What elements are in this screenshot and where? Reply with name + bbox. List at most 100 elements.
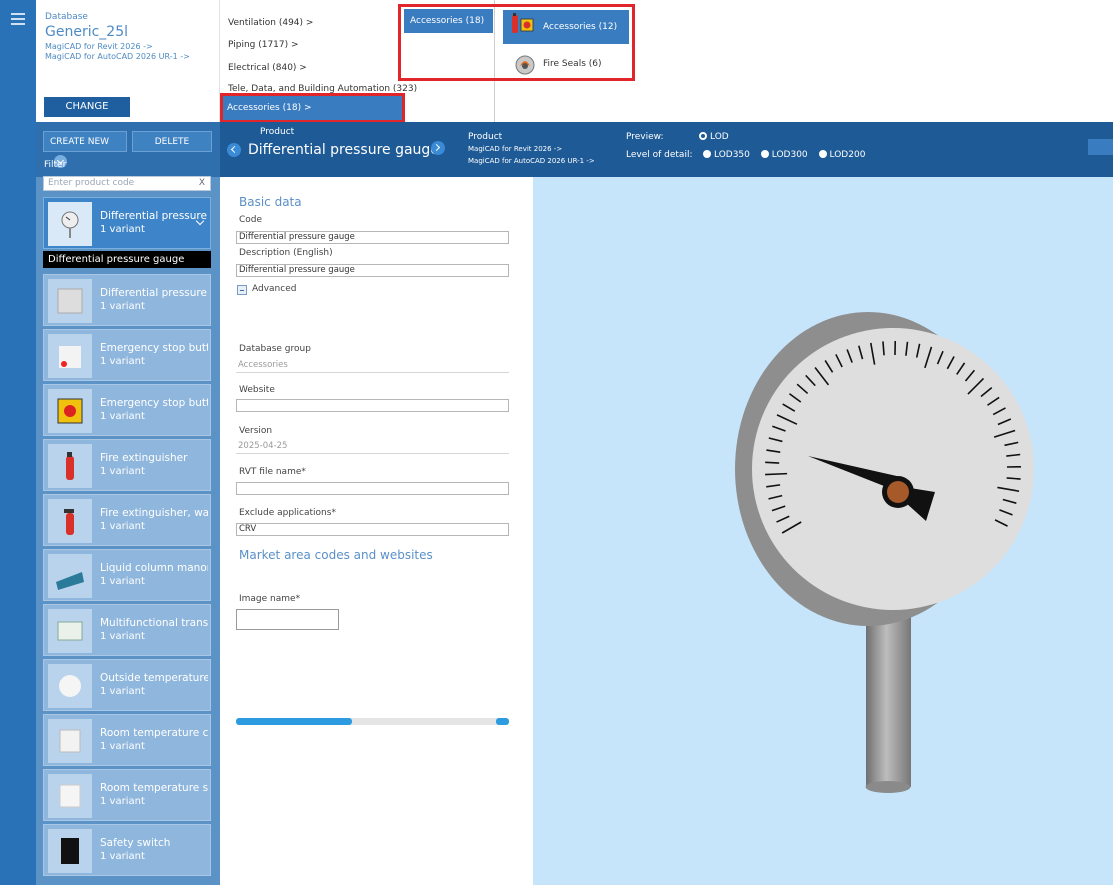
lod-option-350[interactable]: LOD350 — [703, 150, 750, 160]
product-variant-count: 1 variant — [100, 686, 145, 697]
product-name: Room temperature se — [100, 782, 208, 794]
product-name: Outside temperature — [100, 672, 208, 684]
product-name: Safety switch — [100, 837, 208, 849]
lod-option-200[interactable]: LOD200 — [819, 150, 866, 160]
product-title: Differential pressure gauge — [248, 142, 439, 158]
product-variant-count: 1 variant — [100, 521, 145, 532]
version-label: Version — [239, 426, 272, 436]
version-field: 2025-04-25 — [236, 441, 509, 454]
product-list-item[interactable]: Liquid column manon1 variant — [43, 549, 211, 601]
preview-lod-option[interactable]: LOD — [699, 132, 729, 142]
database-app-link-autocad[interactable]: MagiCAD for AutoCAD 2026 UR-1 -> — [45, 52, 190, 61]
lod-option-300[interactable]: LOD300 — [761, 150, 808, 160]
advanced-label[interactable]: Advanced — [252, 284, 296, 294]
product-list-item[interactable]: Multifunctional transr1 variant — [43, 604, 211, 656]
category-ventilation[interactable]: Ventilation (494) > — [228, 18, 313, 28]
lod-350-label: LOD350 — [714, 150, 750, 160]
scrollbar-thumb[interactable] — [236, 718, 352, 725]
gauge-tick — [883, 341, 884, 355]
highlight-box-category — [220, 93, 405, 123]
next-product-icon[interactable] — [431, 141, 445, 155]
product-app-link-revit[interactable]: MagiCAD for Revit 2026 -> — [468, 145, 562, 153]
website-label: Website — [239, 385, 275, 395]
code-field[interactable]: Differential pressure gauge — [236, 231, 509, 244]
delete-button[interactable]: DELETE — [132, 131, 212, 152]
exclude-applications-field[interactable]: CRV — [236, 523, 509, 536]
product-label-2: Product — [468, 132, 502, 142]
description-field[interactable]: Differential pressure gauge — [236, 264, 509, 277]
product-name: Fire extinguisher, wall — [100, 507, 208, 519]
product-variant-count: 1 variant — [100, 224, 145, 235]
product-thumbnail — [48, 279, 92, 323]
product-name: Fire extinguisher — [100, 452, 208, 464]
category-navigator: Ventilation (494) > Piping (1717) > Elec… — [220, 0, 1113, 122]
app-rail — [0, 0, 36, 885]
product-list-item[interactable]: Differential pressure1 variant — [43, 197, 211, 249]
description-label: Description (English) — [239, 248, 333, 258]
product-variant-count: 1 variant — [100, 466, 145, 477]
create-new-button[interactable]: CREATE NEW — [43, 131, 127, 152]
product-thumbnail — [48, 719, 92, 763]
product-variant-count: 1 variant — [100, 356, 145, 367]
image-name-label: Image name* — [239, 594, 300, 604]
gauge-tick — [765, 474, 787, 475]
database-group-field: Accessories — [236, 360, 509, 373]
exclude-applications-label: Exclude applications* — [239, 508, 336, 518]
product-thumbnail — [48, 444, 92, 488]
product-name: Room temperature cc — [100, 727, 208, 739]
product-list-item[interactable]: Differential pressure t 1 variant — [43, 274, 211, 326]
category-piping[interactable]: Piping (1717) > — [228, 40, 299, 50]
clear-filter-icon[interactable]: X — [199, 178, 205, 188]
product-list-item[interactable]: Safety switch1 variant — [43, 824, 211, 876]
radio-icon — [703, 150, 711, 158]
website-field[interactable] — [236, 399, 509, 412]
product-thumbnail — [48, 609, 92, 653]
lod-300-label: LOD300 — [772, 150, 808, 160]
product-thumbnail — [48, 389, 92, 433]
product-thumbnail — [48, 829, 92, 873]
basic-data-title: Basic data — [239, 195, 302, 209]
product-thumbnail — [48, 334, 92, 378]
radio-icon — [819, 150, 827, 158]
scrollbar-end-button[interactable] — [496, 718, 509, 725]
product-list-item[interactable]: Emergency stop buttc1 variant — [43, 329, 211, 381]
radio-selected-icon — [699, 132, 707, 140]
highlight-box-subitems — [398, 4, 635, 81]
model-preview[interactable] — [533, 177, 1113, 885]
product-variant-count: 1 variant — [100, 576, 145, 587]
database-name: Generic_25l — [45, 24, 128, 40]
change-database-button[interactable]: CHANGE — [44, 97, 130, 117]
product-list-item[interactable]: Outside temperature 1 variant — [43, 659, 211, 711]
product-app-link-autocad[interactable]: MagiCAD for AutoCAD 2026 UR-1 -> — [468, 157, 595, 165]
database-app-link-revit[interactable]: MagiCAD for Revit 2026 -> — [45, 42, 153, 51]
rvt-file-label: RVT file name* — [239, 467, 306, 477]
header-action-button[interactable] — [1088, 139, 1113, 155]
product-variant-count: 1 variant — [100, 796, 145, 807]
collapse-icon[interactable] — [237, 285, 247, 295]
lod-options: LOD350 LOD300 LOD200 — [703, 150, 873, 160]
product-form: Basic data Code Differential pressure ga… — [220, 177, 533, 885]
product-name: Differential pressure t — [100, 287, 208, 299]
previous-product-icon[interactable] — [227, 143, 241, 157]
product-header-bar: Product Differential pressure gauge Prod… — [220, 122, 1113, 177]
product-list-item[interactable]: Room temperature se 1 variant — [43, 769, 211, 821]
preview-label: Preview: — [626, 132, 664, 142]
product-label: Product — [260, 127, 294, 137]
product-list-item[interactable]: Room temperature cc1 variant — [43, 714, 211, 766]
product-name: Multifunctional transr — [100, 617, 208, 629]
product-thumbnail — [48, 202, 92, 246]
database-label: Database — [45, 12, 88, 22]
product-list-item[interactable]: Fire extinguisher, wall 1 variant — [43, 494, 211, 546]
category-electrical[interactable]: Electrical (840) > — [228, 63, 307, 73]
product-variant-count: 1 variant — [100, 411, 145, 422]
variant-row[interactable]: Differential pressure gauge — [43, 251, 211, 268]
product-list-item[interactable]: Fire extinguisher 1 variant — [43, 439, 211, 491]
product-thumbnail — [48, 554, 92, 598]
product-list-item[interactable]: Emergency stop buttc1 variant — [43, 384, 211, 436]
hamburger-menu-icon[interactable] — [11, 13, 25, 25]
product-variant-count: 1 variant — [100, 301, 145, 312]
image-name-field[interactable] — [236, 609, 339, 630]
filter-input[interactable]: Enter product code X — [43, 176, 211, 191]
code-label: Code — [239, 215, 262, 225]
rvt-file-field[interactable] — [236, 482, 509, 495]
